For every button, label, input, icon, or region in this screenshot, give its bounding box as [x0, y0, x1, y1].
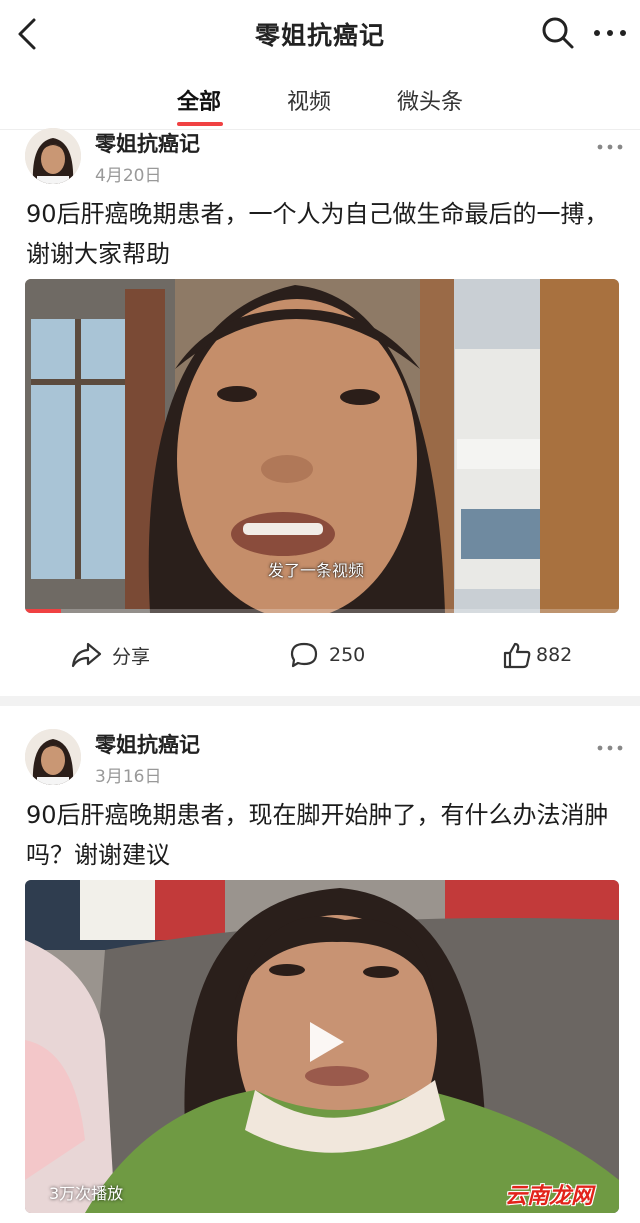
comment-button[interactable]: 250	[289, 635, 365, 675]
comment-count: 250	[329, 644, 366, 666]
active-tab-indicator	[177, 122, 223, 126]
post-text[interactable]: 90后肝癌晚期患者，一个人为自己做生命最后的一搏，谢谢大家帮助	[26, 194, 616, 274]
like-count: 882	[536, 644, 573, 666]
search-icon[interactable]	[540, 15, 576, 51]
video-progress-fill	[25, 609, 61, 613]
tab-bar: 全部 视频 微头条	[0, 78, 640, 130]
avatar[interactable]	[25, 729, 81, 785]
share-label: 分享	[112, 645, 151, 668]
author-name[interactable]: 零姐抗癌记	[95, 729, 200, 759]
play-icon[interactable]	[306, 1020, 346, 1064]
watermark-logo: 云南龙网	[505, 1184, 594, 1209]
post-more-icon[interactable]	[596, 143, 624, 151]
thumbs-up-icon	[503, 642, 531, 669]
view-count: 3万次播放	[49, 1184, 124, 1203]
tab-all[interactable]: 全部	[177, 84, 221, 116]
video-caption: 发了一条视频	[268, 561, 365, 580]
tab-micro-headline[interactable]: 微头条	[397, 84, 463, 116]
video-thumbnail[interactable]: 发了一条视频	[25, 279, 619, 613]
author-name[interactable]: 零姐抗癌记	[95, 128, 200, 158]
top-bar: 零姐抗癌记	[0, 0, 640, 70]
post-date: 3月16日	[95, 767, 162, 787]
post-text[interactable]: 90后肝癌晚期患者，现在脚开始肿了，有什么办法消肿吗？谢谢建议	[26, 795, 616, 875]
share-button[interactable]: 分享	[70, 635, 150, 675]
post-separator	[0, 696, 640, 706]
more-dots-icon[interactable]	[592, 28, 628, 38]
like-button[interactable]: 882	[502, 635, 572, 675]
comment-bubble-icon	[290, 642, 318, 668]
video-progress-bar	[25, 609, 619, 613]
video-thumbnail[interactable]: 3万次播放	[25, 880, 619, 1213]
post-actions: 分享 250 882	[0, 635, 640, 675]
share-arrow-icon	[71, 642, 102, 668]
post-date: 4月20日	[95, 166, 162, 186]
avatar[interactable]	[25, 128, 81, 184]
post-more-icon[interactable]	[596, 744, 624, 752]
tab-video[interactable]: 视频	[287, 84, 331, 116]
